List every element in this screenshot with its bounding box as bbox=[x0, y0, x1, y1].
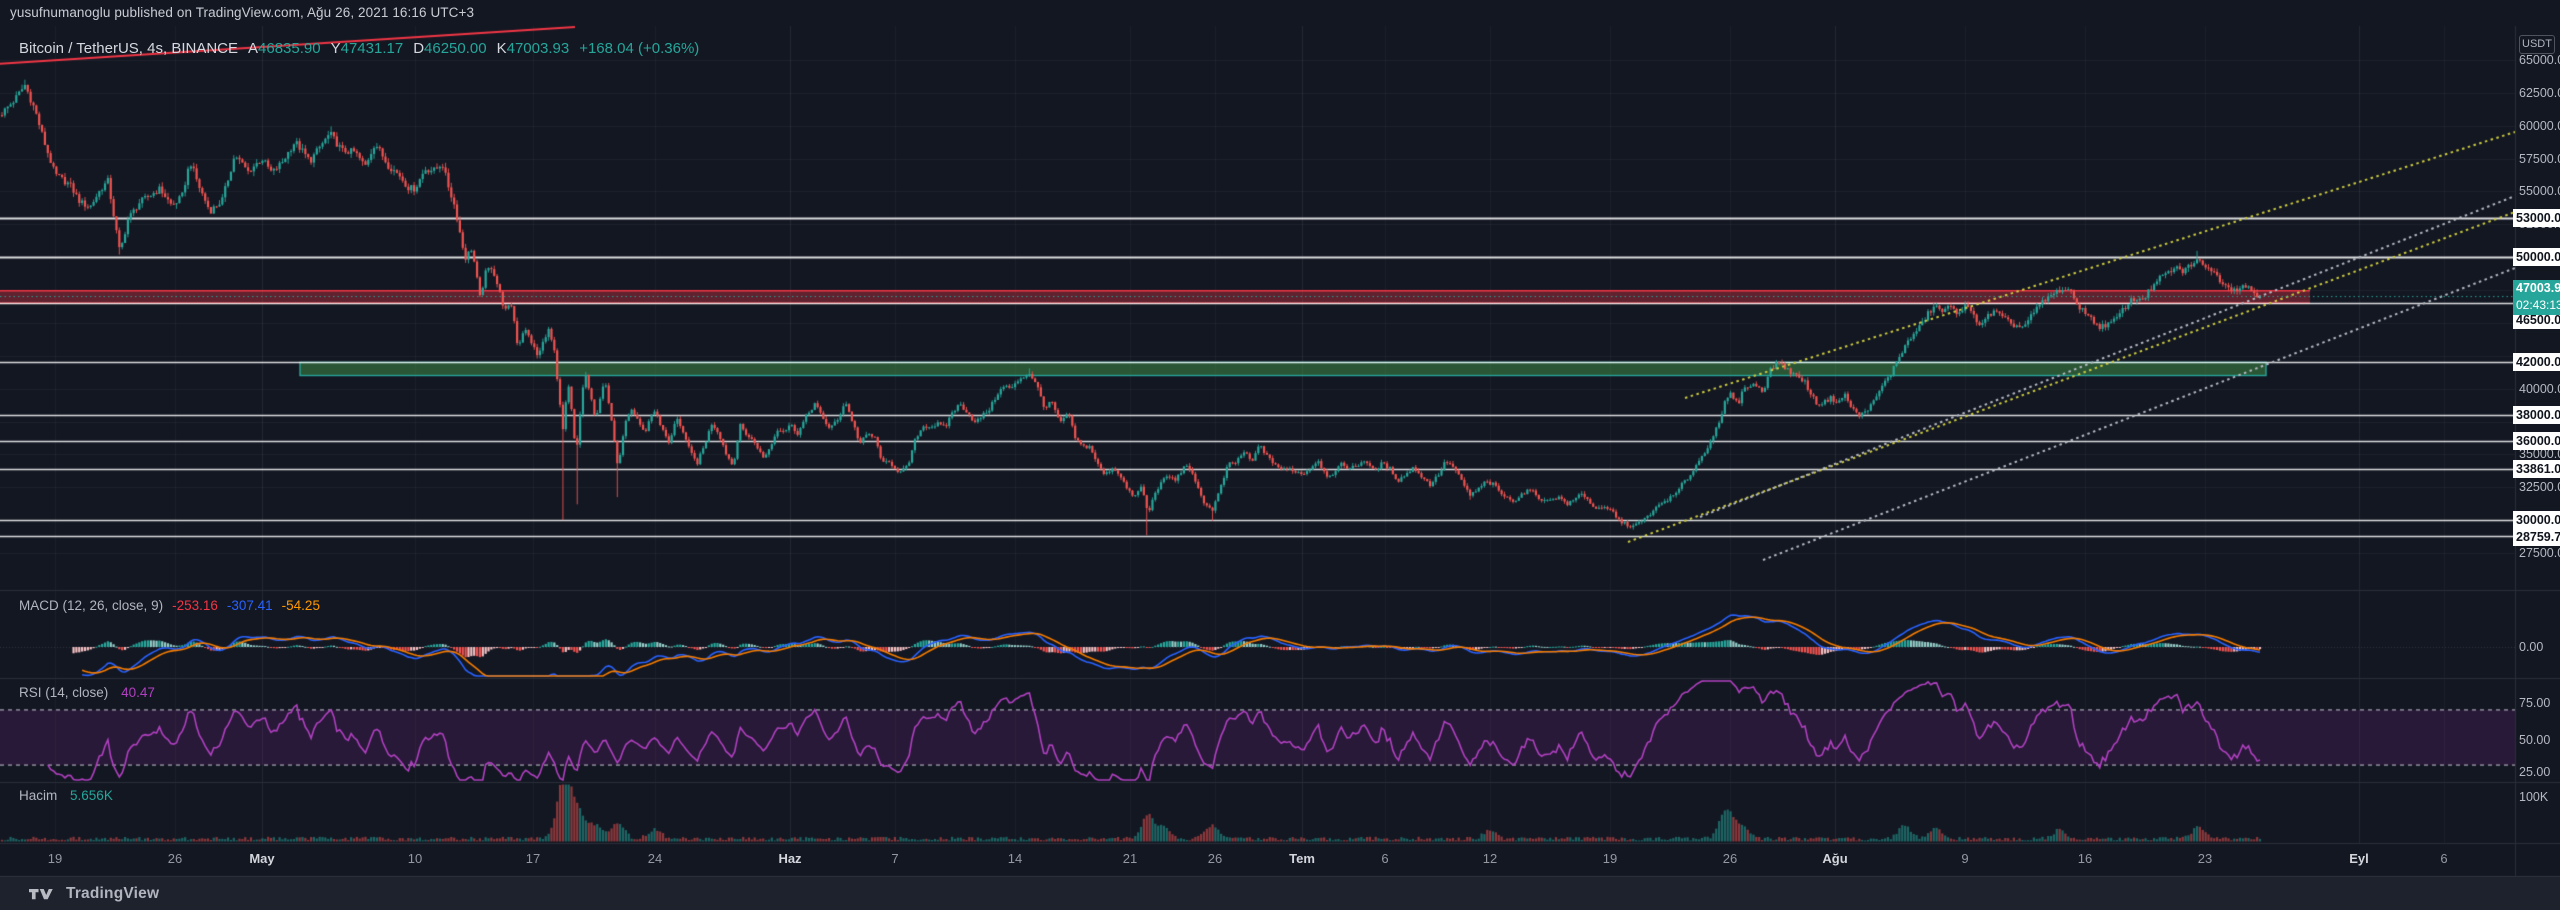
price-axis-tick: 57500.00 bbox=[2519, 152, 2560, 166]
currency-toggle-button[interactable]: USDT bbox=[2519, 35, 2555, 54]
price-line-label: 50000.00 bbox=[2513, 248, 2560, 266]
footer-bar: TradingView bbox=[0, 876, 2560, 910]
ohlc-K: K47003.93 bbox=[497, 40, 570, 57]
price-axis-tick: 62500.00 bbox=[2519, 86, 2560, 100]
tradingview-logo-icon[interactable] bbox=[29, 886, 56, 903]
time-axis-tick: 6 bbox=[1381, 851, 1388, 866]
change-value: +168.04 (+0.36%) bbox=[579, 40, 699, 57]
time-axis-tick: 14 bbox=[1008, 851, 1022, 866]
symbol-title[interactable]: Bitcoin / TetherUS, 4s, BINANCE bbox=[19, 40, 238, 57]
time-axis-tick: 17 bbox=[526, 851, 540, 866]
time-axis-tick: Ağu bbox=[1822, 851, 1847, 866]
time-axis-tick: 19 bbox=[48, 851, 62, 866]
time-axis-tick: May bbox=[249, 851, 274, 866]
price-axis-tick: 32500.00 bbox=[2519, 480, 2560, 494]
time-axis-tick: 6 bbox=[2440, 851, 2447, 866]
exchange-label[interactable]: BINANCE bbox=[171, 40, 238, 57]
time-axis-tick: 26 bbox=[1723, 851, 1737, 866]
time-axis-tick: 9 bbox=[1961, 851, 1968, 866]
time-axis-tick: Tem bbox=[1289, 851, 1315, 866]
chart-canvas[interactable] bbox=[0, 0, 2560, 910]
price-line-label: 42000.00 bbox=[2513, 353, 2560, 371]
time-axis-tick: Haz bbox=[778, 851, 801, 866]
price-axis-tick: 40000.00 bbox=[2519, 382, 2560, 396]
price-axis-tick: 65000.00 bbox=[2519, 53, 2560, 67]
time-axis-tick: 12 bbox=[1483, 851, 1497, 866]
price-axis-tick: 47500.00 bbox=[2519, 283, 2560, 297]
symbol-legend[interactable]: Bitcoin / TetherUS, 4s, BINANCE A46835.90… bbox=[19, 40, 699, 57]
publish-text[interactable]: yusufnumanoglu published on TradingView.… bbox=[10, 5, 474, 20]
price-line-label: 28759.75 bbox=[2513, 528, 2560, 546]
volume-axis-tick: 100K bbox=[2519, 790, 2560, 804]
ohlc-Y: Y47431.17 bbox=[331, 40, 404, 57]
price-line-label: 38000.00 bbox=[2513, 406, 2560, 424]
time-axis-tick: 10 bbox=[408, 851, 422, 866]
ohlc-D: D46250.00 bbox=[413, 40, 486, 57]
ohlc-A: A46835.90 bbox=[248, 40, 321, 57]
time-axis-tick: 7 bbox=[891, 851, 898, 866]
rsi-axis-tick: 75.00 bbox=[2519, 696, 2560, 710]
price-line-label: 36000.00 bbox=[2513, 432, 2560, 450]
rsi-axis-tick: 50.00 bbox=[2519, 733, 2560, 747]
time-axis-tick: 23 bbox=[2198, 851, 2212, 866]
price-line-label: 46500.00 bbox=[2513, 311, 2560, 329]
price-axis-tick: 55000.00 bbox=[2519, 184, 2560, 198]
time-axis-tick: 16 bbox=[2078, 851, 2092, 866]
time-axis-tick: 19 bbox=[1603, 851, 1617, 866]
price-line-label: 53000.00 bbox=[2513, 209, 2560, 227]
time-axis-tick: Eyl bbox=[2349, 851, 2369, 866]
time-axis-tick: 21 bbox=[1123, 851, 1137, 866]
price-axis-tick: 60000.00 bbox=[2519, 119, 2560, 133]
time-axis-tick: 26 bbox=[168, 851, 182, 866]
rsi-axis-tick: 25.00 bbox=[2519, 765, 2560, 779]
price-axis-tick: 27500.00 bbox=[2519, 546, 2560, 560]
price-line-label: 30000.00 bbox=[2513, 511, 2560, 529]
price-line-label: 33861.06 bbox=[2513, 460, 2560, 478]
time-axis-tick: 26 bbox=[1208, 851, 1222, 866]
publish-info[interactable]: yusufnumanoglu published on TradingView.… bbox=[10, 5, 474, 20]
tradingview-brand-text[interactable]: TradingView bbox=[66, 885, 159, 903]
interval-label[interactable]: 4s bbox=[147, 40, 163, 57]
macd-axis-tick: 0.00 bbox=[2519, 640, 2560, 654]
time-axis-tick: 24 bbox=[648, 851, 662, 866]
tradingview-published-chart: yusufnumanoglu published on TradingView.… bbox=[0, 0, 2560, 910]
